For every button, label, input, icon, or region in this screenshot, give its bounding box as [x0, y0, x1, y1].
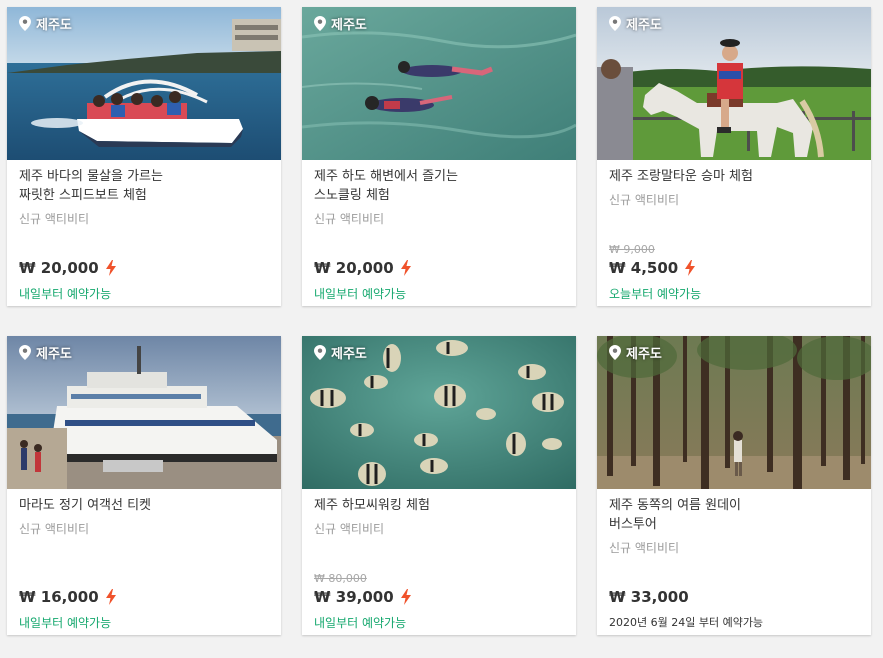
availability-text: 내일부터 예약가능 — [19, 616, 112, 630]
location-text: 제주도 — [36, 17, 72, 33]
activity-card-horse-riding[interactable]: 제주도 제주 조랑말타운 승마 체험 신규 액티비티 ₩ 9,000 ₩ 4,5… — [597, 7, 871, 306]
price-text: ₩ 33,000 — [609, 588, 689, 606]
activity-title[interactable]: 제주 조랑말타운 승마 체험 — [609, 167, 859, 186]
activity-tag: 신규 액티비티 — [609, 541, 680, 555]
price-text: ₩ 20,000 — [19, 259, 99, 277]
location-text: 제주도 — [331, 346, 367, 362]
price-text: ₩ 20,000 — [314, 259, 394, 277]
lightning-bolt-icon — [400, 260, 411, 276]
activity-title[interactable]: 마라도 정기 여객선 티켓 — [19, 496, 269, 515]
availability-text: 2020년 6월 24일 부터 예약가능 — [609, 616, 764, 629]
price-row: ₩ 16,000 — [19, 588, 117, 606]
price-row: ₩ 4,500 — [609, 259, 696, 277]
location-text: 제주도 — [331, 17, 367, 33]
activity-tag: 신규 액티비티 — [609, 193, 680, 207]
activity-card-bus-tour[interactable]: 제주도 제주 동쪽의 여름 원데이 버스투어 신규 액티비티 ₩ 33,000 … — [597, 336, 871, 635]
price-text: ₩ 4,500 — [609, 259, 679, 277]
availability-text: 오늘부터 예약가능 — [609, 287, 702, 301]
lightning-bolt-icon — [105, 260, 116, 276]
lightning-bolt-icon — [685, 260, 696, 276]
price-row: ₩ 20,000 — [314, 259, 412, 277]
activity-title[interactable]: 제주 바다의 물살을 가르는 짜릿한 스피드보트 체험 — [19, 167, 269, 205]
activity-card-snorkeling[interactable]: 제주도 제주 하도 해변에서 즐기는 스노클링 체험 신규 액티비티 ₩ 20,… — [302, 7, 576, 306]
lightning-bolt-icon — [400, 589, 411, 605]
activity-title[interactable]: 제주 하모씨워킹 체험 — [314, 496, 564, 515]
availability-text: 내일부터 예약가능 — [314, 616, 407, 630]
lightning-bolt-icon — [105, 589, 116, 605]
original-price: ₩ 80,000 — [314, 572, 367, 585]
activity-tag: 신규 액티비티 — [19, 522, 90, 536]
availability-text: 내일부터 예약가능 — [314, 287, 407, 301]
map-pin-icon — [314, 344, 326, 360]
activity-title[interactable]: 제주 동쪽의 여름 원데이 버스투어 — [609, 496, 859, 534]
location-label: 제주도 — [609, 13, 662, 33]
price-text: ₩ 16,000 — [19, 588, 99, 606]
map-pin-icon — [609, 344, 621, 360]
location-text: 제주도 — [36, 346, 72, 362]
activity-tag: 신규 액티비티 — [314, 522, 385, 536]
activity-tag: 신규 액티비티 — [19, 212, 90, 226]
activity-title[interactable]: 제주 하도 해변에서 즐기는 스노클링 체험 — [314, 167, 564, 205]
activity-card-ferry[interactable]: 제주도 마라도 정기 여객선 티켓 신규 액티비티 ₩ 16,000 내일부터 … — [7, 336, 281, 635]
location-label: 제주도 — [609, 342, 662, 362]
map-pin-icon — [19, 15, 31, 31]
location-label: 제주도 — [19, 13, 72, 33]
price-text: ₩ 39,000 — [314, 588, 394, 606]
location-label: 제주도 — [19, 342, 72, 362]
original-price: ₩ 9,000 — [609, 243, 655, 256]
activity-tag: 신규 액티비티 — [314, 212, 385, 226]
price-row: ₩ 39,000 — [314, 588, 412, 606]
price-row: ₩ 33,000 — [609, 588, 689, 606]
location-label: 제주도 — [314, 342, 367, 362]
activity-card-speedboat[interactable]: 제주도 제주 바다의 물살을 가르는 짜릿한 스피드보트 체험 신규 액티비티 … — [7, 7, 281, 306]
availability-text: 내일부터 예약가능 — [19, 287, 112, 301]
map-pin-icon — [314, 15, 326, 31]
activity-card-seawalking[interactable]: 제주도 제주 하모씨워킹 체험 신규 액티비티 ₩ 80,000 ₩ 39,00… — [302, 336, 576, 635]
price-row: ₩ 20,000 — [19, 259, 117, 277]
location-text: 제주도 — [626, 346, 662, 362]
map-pin-icon — [609, 15, 621, 31]
map-pin-icon — [19, 344, 31, 360]
location-text: 제주도 — [626, 17, 662, 33]
location-label: 제주도 — [314, 13, 367, 33]
